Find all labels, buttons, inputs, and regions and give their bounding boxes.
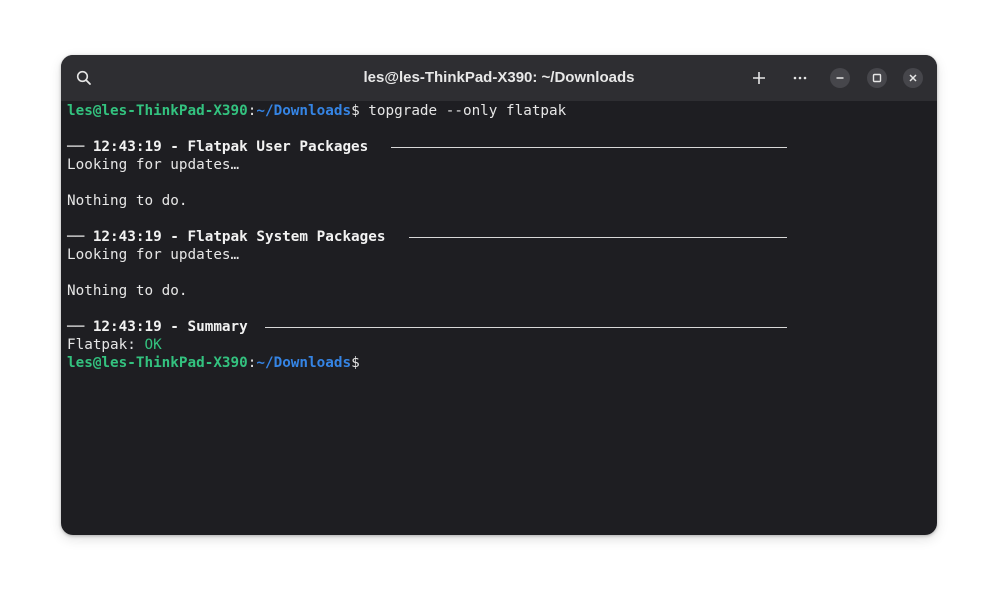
minimize-icon[interactable] [830, 68, 850, 88]
prompt-line: les@les-ThinkPad-X390:~/Downloads$ [67, 354, 360, 372]
output-line: Nothing to do. [67, 193, 188, 209]
search-icon[interactable] [72, 66, 96, 90]
plus-icon[interactable] [747, 66, 771, 90]
section-header: ── 12:43:19 - Flatpak User Packages [67, 139, 369, 155]
ellipsis-icon[interactable] [788, 66, 812, 90]
prompt-user-host: les@les-ThinkPad-X390 [67, 103, 248, 119]
prompt-user-host: les@les-ThinkPad-X390 [67, 355, 248, 371]
output-line: Nothing to do. [67, 283, 188, 299]
summary-line: Flatpak: OK [67, 336, 162, 354]
section-header: ── 12:43:19 - Summary [67, 319, 248, 335]
section-divider [391, 147, 787, 148]
section-header: ── 12:43:19 - Flatpak System Packages [67, 229, 386, 245]
terminal-output[interactable]: les@les-ThinkPad-X390:~/Downloads$ topgr… [61, 101, 937, 535]
prompt-path: ~/Downloads [256, 355, 352, 371]
output-line: Looking for updates… [67, 157, 240, 173]
maximize-icon[interactable] [867, 68, 887, 88]
summary-label: Flatpak: [67, 337, 145, 353]
close-icon[interactable] [903, 68, 923, 88]
prompt-dollar: $ [351, 103, 360, 119]
output-line: Looking for updates… [67, 247, 240, 263]
prompt-dollar: $ [351, 355, 360, 371]
prompt-line: les@les-ThinkPad-X390:~/Downloads$ topgr… [67, 102, 566, 120]
section-divider [265, 327, 787, 328]
prompt-path: ~/Downloads [256, 103, 352, 119]
section-divider [409, 237, 787, 238]
terminal-window: les@les-ThinkPad-X390: ~/Downloads les@l… [61, 55, 937, 535]
status-badge: OK [144, 337, 162, 353]
command-text: topgrade --only flatpak [359, 103, 567, 119]
titlebar: les@les-ThinkPad-X390: ~/Downloads [61, 55, 937, 101]
